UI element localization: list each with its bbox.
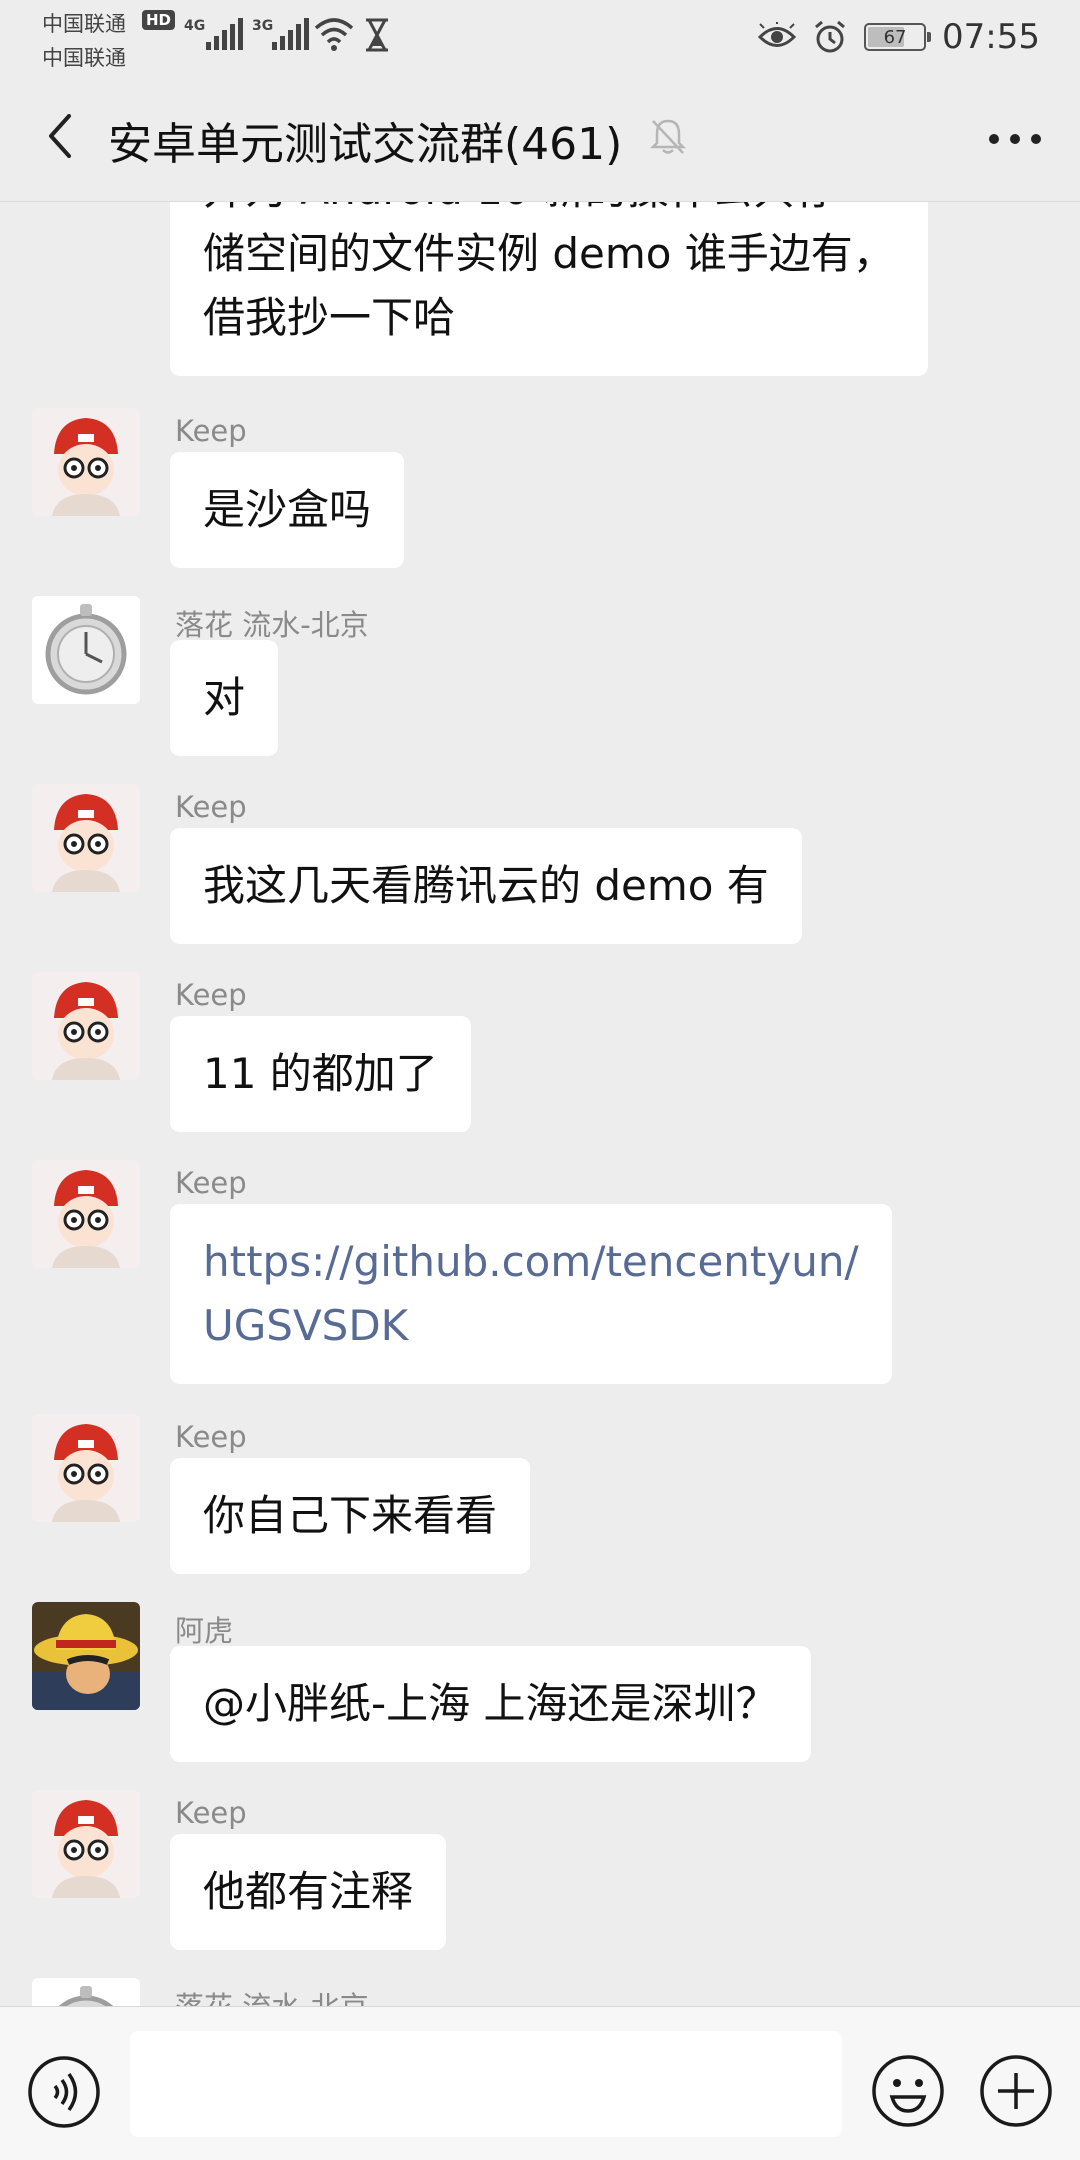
straw-hat-avatar[interactable] (32, 1602, 140, 1710)
keep-avatar[interactable] (32, 1414, 140, 1522)
message-text: 是沙盒吗 (203, 485, 372, 534)
plus-icon[interactable] (978, 2053, 1054, 2129)
sender-name: Keep (175, 978, 247, 1012)
message-text: 11 的都加了 (203, 1049, 438, 1098)
message-line: 储空间的文件实例 demo 谁手边有， (203, 229, 895, 278)
sender-name: Keep (175, 790, 247, 824)
input-bar (0, 2006, 1080, 2160)
message-line: 并为 Android 10 新的操作公共存 (203, 202, 895, 222)
back-button[interactable] (30, 106, 90, 166)
keep-avatar[interactable] (32, 784, 140, 892)
sender-name: Keep (175, 1796, 247, 1830)
link-line[interactable]: UGSVSDK (203, 1294, 859, 1358)
bell-muted-icon (649, 119, 687, 154)
message-input[interactable] (130, 2031, 842, 2137)
message-bubble[interactable]: 并为 Android 10 新的操作公共存 储空间的文件实例 demo 谁手边有… (170, 202, 928, 376)
chat-screen: 中国联通 中国联通 HD 4G 3G 67 07:55 安卓单元测试交流群(46… (0, 0, 1080, 2160)
chevron-left-icon (49, 114, 71, 158)
message-bubble[interactable]: 是沙盒吗 (170, 452, 405, 568)
hourglass-icon (366, 18, 388, 52)
battery-level: 67 (883, 26, 907, 48)
voice-icon[interactable] (27, 2055, 101, 2129)
message-text: 我这几天看腾讯云的 demo 有 (203, 861, 769, 910)
sender-name: Keep (175, 1166, 247, 1200)
signal-icon (206, 18, 243, 50)
status-bar: 中国联通 中国联通 HD 4G 3G 67 07:55 (0, 0, 1080, 72)
keep-avatar[interactable] (32, 972, 140, 1080)
more-dots-icon (989, 134, 999, 144)
pocket-watch-avatar[interactable] (32, 596, 140, 704)
keep-avatar[interactable] (32, 1790, 140, 1898)
emoji-icon[interactable] (870, 2053, 946, 2129)
sender-name: 阿虎 (175, 1614, 234, 1648)
message-list[interactable]: 并为 Android 10 新的操作公共存 储空间的文件实例 demo 谁手边有… (0, 202, 1080, 2006)
status-right-group: 67 07:55 (758, 12, 1040, 62)
sender-name: Keep (175, 1420, 247, 1454)
message-bubble[interactable]: 你自己下来看看 (170, 1458, 531, 1574)
battery-icon: 67 (864, 23, 932, 51)
message-bubble[interactable]: 11 的都加了 (170, 1016, 471, 1132)
keep-avatar[interactable] (32, 1160, 140, 1268)
network-type-4g: 4G (184, 18, 206, 34)
message-bubble[interactable]: @小胖纸-上海 上海还是深圳？ (170, 1646, 811, 1762)
message-text: 他都有注释 (203, 1867, 414, 1916)
message-bubble[interactable]: 他都有注释 (170, 1834, 447, 1950)
sender-name: 落花 流水-北京 (175, 608, 369, 642)
carrier-label-1: 中国联通 (42, 12, 126, 36)
signal-icon-2 (272, 18, 309, 50)
alarm-icon (815, 20, 845, 53)
status-time: 07:55 (942, 17, 1040, 57)
chat-header: 安卓单元测试交流群(461) (0, 72, 1080, 202)
hd-badge: HD (142, 10, 176, 30)
carrier-label-2: 中国联通 (42, 46, 126, 70)
more-options-button[interactable] (980, 114, 1050, 164)
message-bubble[interactable]: 我这几天看腾讯云的 demo 有 (170, 828, 802, 944)
sender-name: 落花 流水-北京 (175, 1984, 369, 2006)
pocket-watch-avatar[interactable] (32, 1978, 140, 2006)
message-bubble-link[interactable]: https://github.com/tencentyun/ UGSVSDK (170, 1204, 892, 1384)
message-text: 你自己下来看看 (203, 1491, 498, 1540)
keep-avatar[interactable] (32, 408, 140, 516)
message-line: 借我抄一下哈 (203, 293, 456, 342)
sender-name: Keep (175, 414, 247, 448)
message-bubble[interactable]: 对 (170, 640, 279, 756)
message-text: 对 (203, 673, 246, 722)
message-text: @小胖纸-上海 上海还是深圳？ (203, 1679, 778, 1728)
chat-title: 安卓单元测试交流群(461) (108, 119, 623, 170)
link-line[interactable]: https://github.com/tencentyun/ (203, 1230, 859, 1294)
wifi-icon (314, 18, 354, 51)
eye-icon (758, 22, 797, 47)
